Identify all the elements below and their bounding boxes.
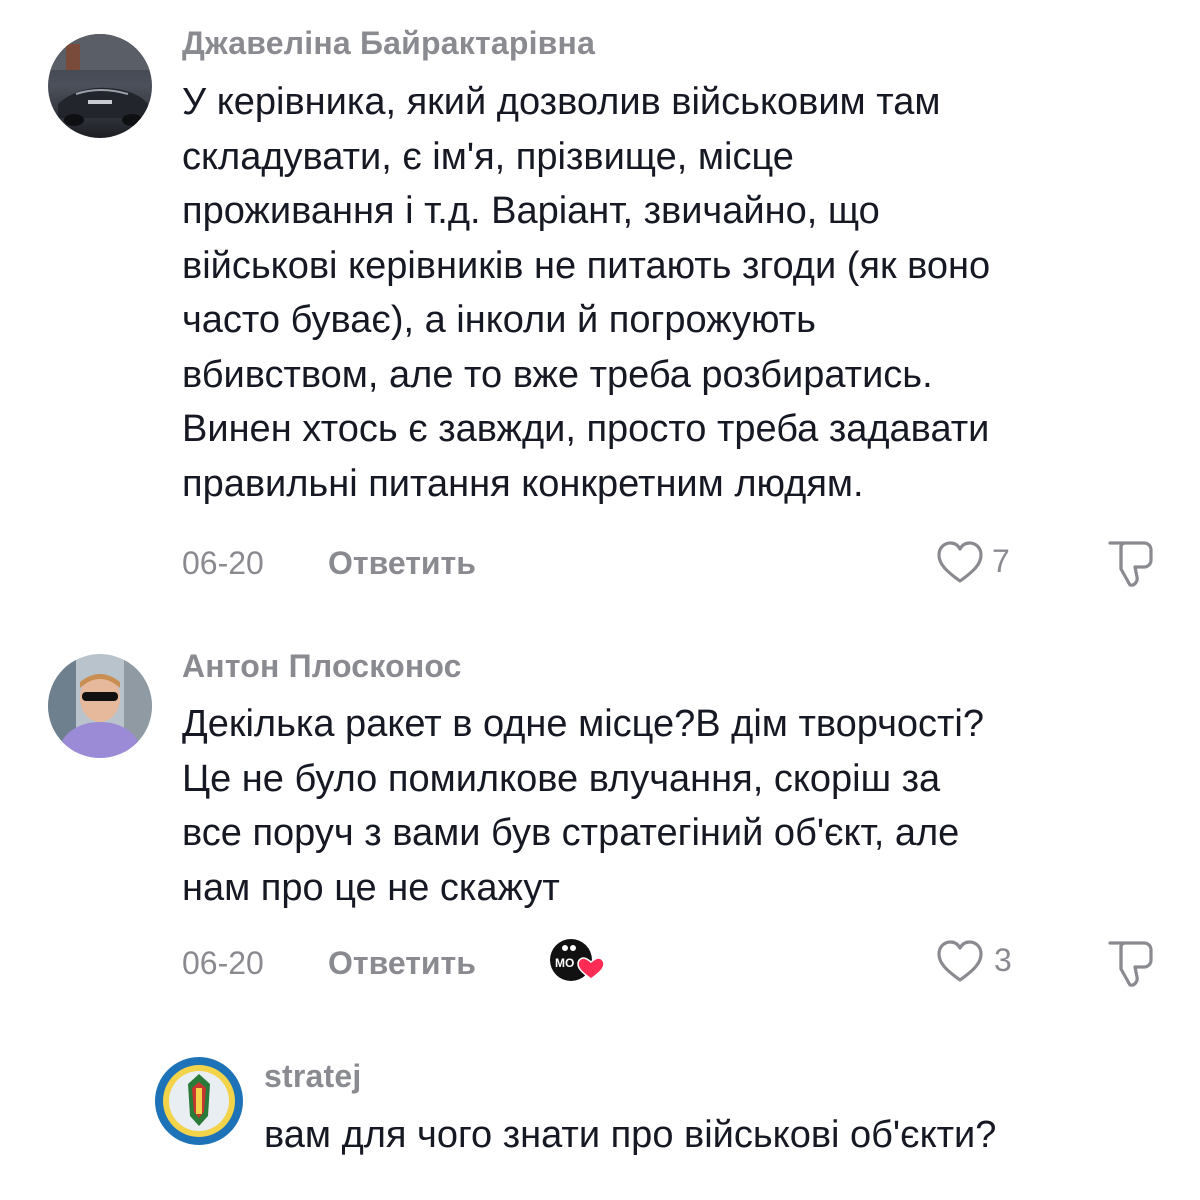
comment-line: У керівника, який дозволив військовим та…: [182, 81, 941, 123]
like-button[interactable]: [936, 939, 992, 985]
comment-text: У керівника, який дозволив військовим та…: [182, 75, 990, 511]
comment-line: нам про це не скажут: [182, 866, 560, 909]
comment-text: Декілька ракет в одне місце?В дім творчо…: [182, 697, 984, 915]
comment-meta: 06-20 Ответить: [182, 545, 1182, 589]
comment-date: 06-20: [182, 545, 264, 581]
comment-line: проживання і т.д. Варіант, звичайно, що: [182, 190, 880, 232]
comment-line: вам для чого знати про військові об'єкти…: [264, 1114, 997, 1156]
creator-badge-text: MO: [555, 956, 574, 970]
comment-line: правильні питання конкретним людям.: [182, 462, 864, 505]
like-count: 3: [994, 942, 1012, 978]
avatar-person-photo: [48, 654, 152, 758]
comment-line: складувати, є ім'я, прізвище, місце: [182, 135, 794, 178]
comment-line: вбивством, але то вже треба розбиратись.: [182, 353, 933, 396]
comment-text: вам для чого знати про військові об'єкти…: [264, 1108, 996, 1163]
heart-outline-icon: [937, 541, 983, 583]
comment-meta: 06-20 Ответить: [182, 945, 1182, 989]
comment-date: 06-20: [182, 945, 264, 981]
avatar[interactable]: [48, 654, 152, 758]
comment-username[interactable]: stratej: [264, 1058, 361, 1095]
comment-line: військові керівників не питають згоди (я…: [182, 244, 991, 287]
creator-liked-badge: MO: [548, 937, 606, 983]
comment-line: Винен хтось є завжди, просто треба задав…: [182, 408, 990, 450]
reply-button[interactable]: Ответить: [328, 545, 476, 582]
dislike-button[interactable]: [1104, 939, 1156, 989]
like-button[interactable]: [936, 540, 992, 586]
dislike-button[interactable]: [1104, 539, 1156, 589]
comment-line: Це не було помилкове влучання, скоріш за: [182, 757, 941, 800]
avatar[interactable]: [152, 1054, 246, 1148]
reply-button[interactable]: Ответить: [328, 945, 476, 982]
avatar-emblem-logo: [152, 1054, 246, 1148]
comment-line: все поруч з вами був стратегіний об'єкт,…: [182, 812, 960, 854]
thumbs-down-outline-icon: [1108, 941, 1153, 987]
heart-outline-icon: [937, 940, 983, 982]
comment-username[interactable]: Джавеліна Байрактарівна: [182, 25, 595, 62]
thumbs-down-outline-icon: [1108, 541, 1153, 587]
creator-heart-badge-icon: MO: [550, 939, 605, 981]
like-count: 7: [992, 543, 1010, 579]
avatar-car-image: [48, 34, 152, 138]
comment-line: Декілька ракет в одне місце?В дім творчо…: [182, 703, 984, 745]
comment-line: часто буває), а інколи й погрожують: [182, 299, 816, 341]
comment-username[interactable]: Антон Плосконос: [182, 648, 462, 685]
avatar[interactable]: [48, 34, 152, 138]
